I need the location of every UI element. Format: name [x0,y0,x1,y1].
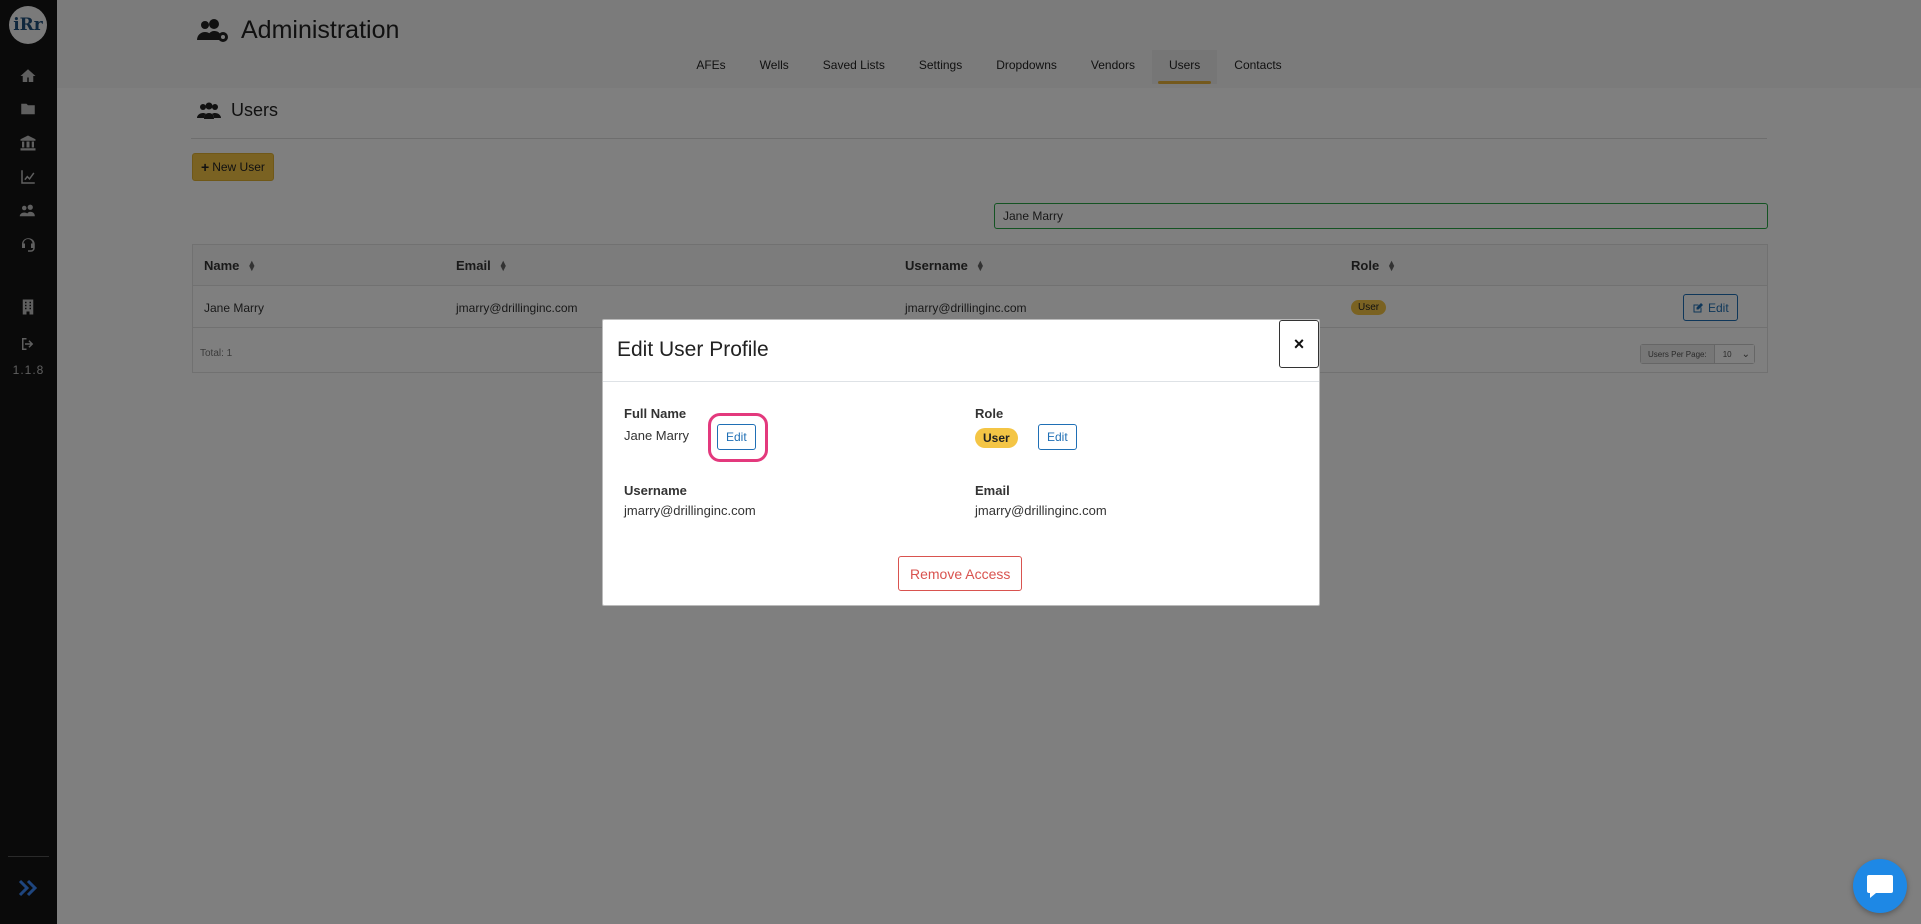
email-label: Email [975,483,1010,498]
role-badge: User [975,428,1018,448]
modal-header: Edit User Profile × [603,320,1319,382]
edit-user-modal: Edit User Profile × Full Name Jane Marry… [602,319,1320,606]
edit-full-name-button[interactable]: Edit [717,424,756,450]
username-value: jmarry@drillinginc.com [624,503,756,518]
modal-title: Edit User Profile [617,338,769,361]
username-label: Username [624,483,687,498]
full-name-value: Jane Marry [624,428,690,443]
email-value: jmarry@drillinginc.com [975,503,1107,518]
role-label: Role [975,406,1004,421]
chat-bubble-icon[interactable] [1853,859,1907,913]
edit-role-button[interactable]: Edit [1038,424,1077,450]
remove-access-button[interactable]: Remove Access [898,556,1023,591]
full-name-label: Full Name [624,406,687,421]
close-button[interactable]: × [1279,320,1319,368]
